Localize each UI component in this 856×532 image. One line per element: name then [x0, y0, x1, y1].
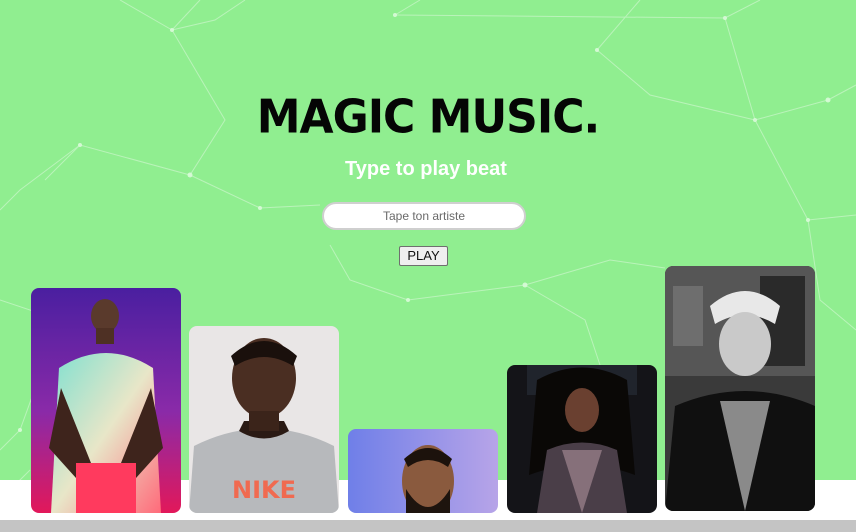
brand-logo: MAGIC MUSIC. [256, 90, 601, 145]
artist-photo-2: NIKE [189, 326, 339, 513]
artist-search-input[interactable] [322, 202, 526, 230]
bottom-scroll-area [0, 520, 856, 532]
hero-subtitle: Type to play beat [345, 158, 507, 180]
svg-text:NIKE: NIKE [232, 476, 296, 504]
play-button[interactable]: PLAY [399, 246, 448, 266]
artist-photo-4 [507, 365, 657, 513]
artist-card-4[interactable] [507, 365, 657, 513]
artist-photo-3 [348, 429, 498, 513]
artist-photo-5 [665, 266, 815, 511]
artist-card-3[interactable] [348, 429, 498, 513]
artist-card-1[interactable] [31, 288, 181, 513]
artist-card-2[interactable]: NIKE [189, 326, 339, 513]
artist-photo-1 [31, 288, 181, 513]
artist-card-5[interactable] [665, 266, 815, 511]
